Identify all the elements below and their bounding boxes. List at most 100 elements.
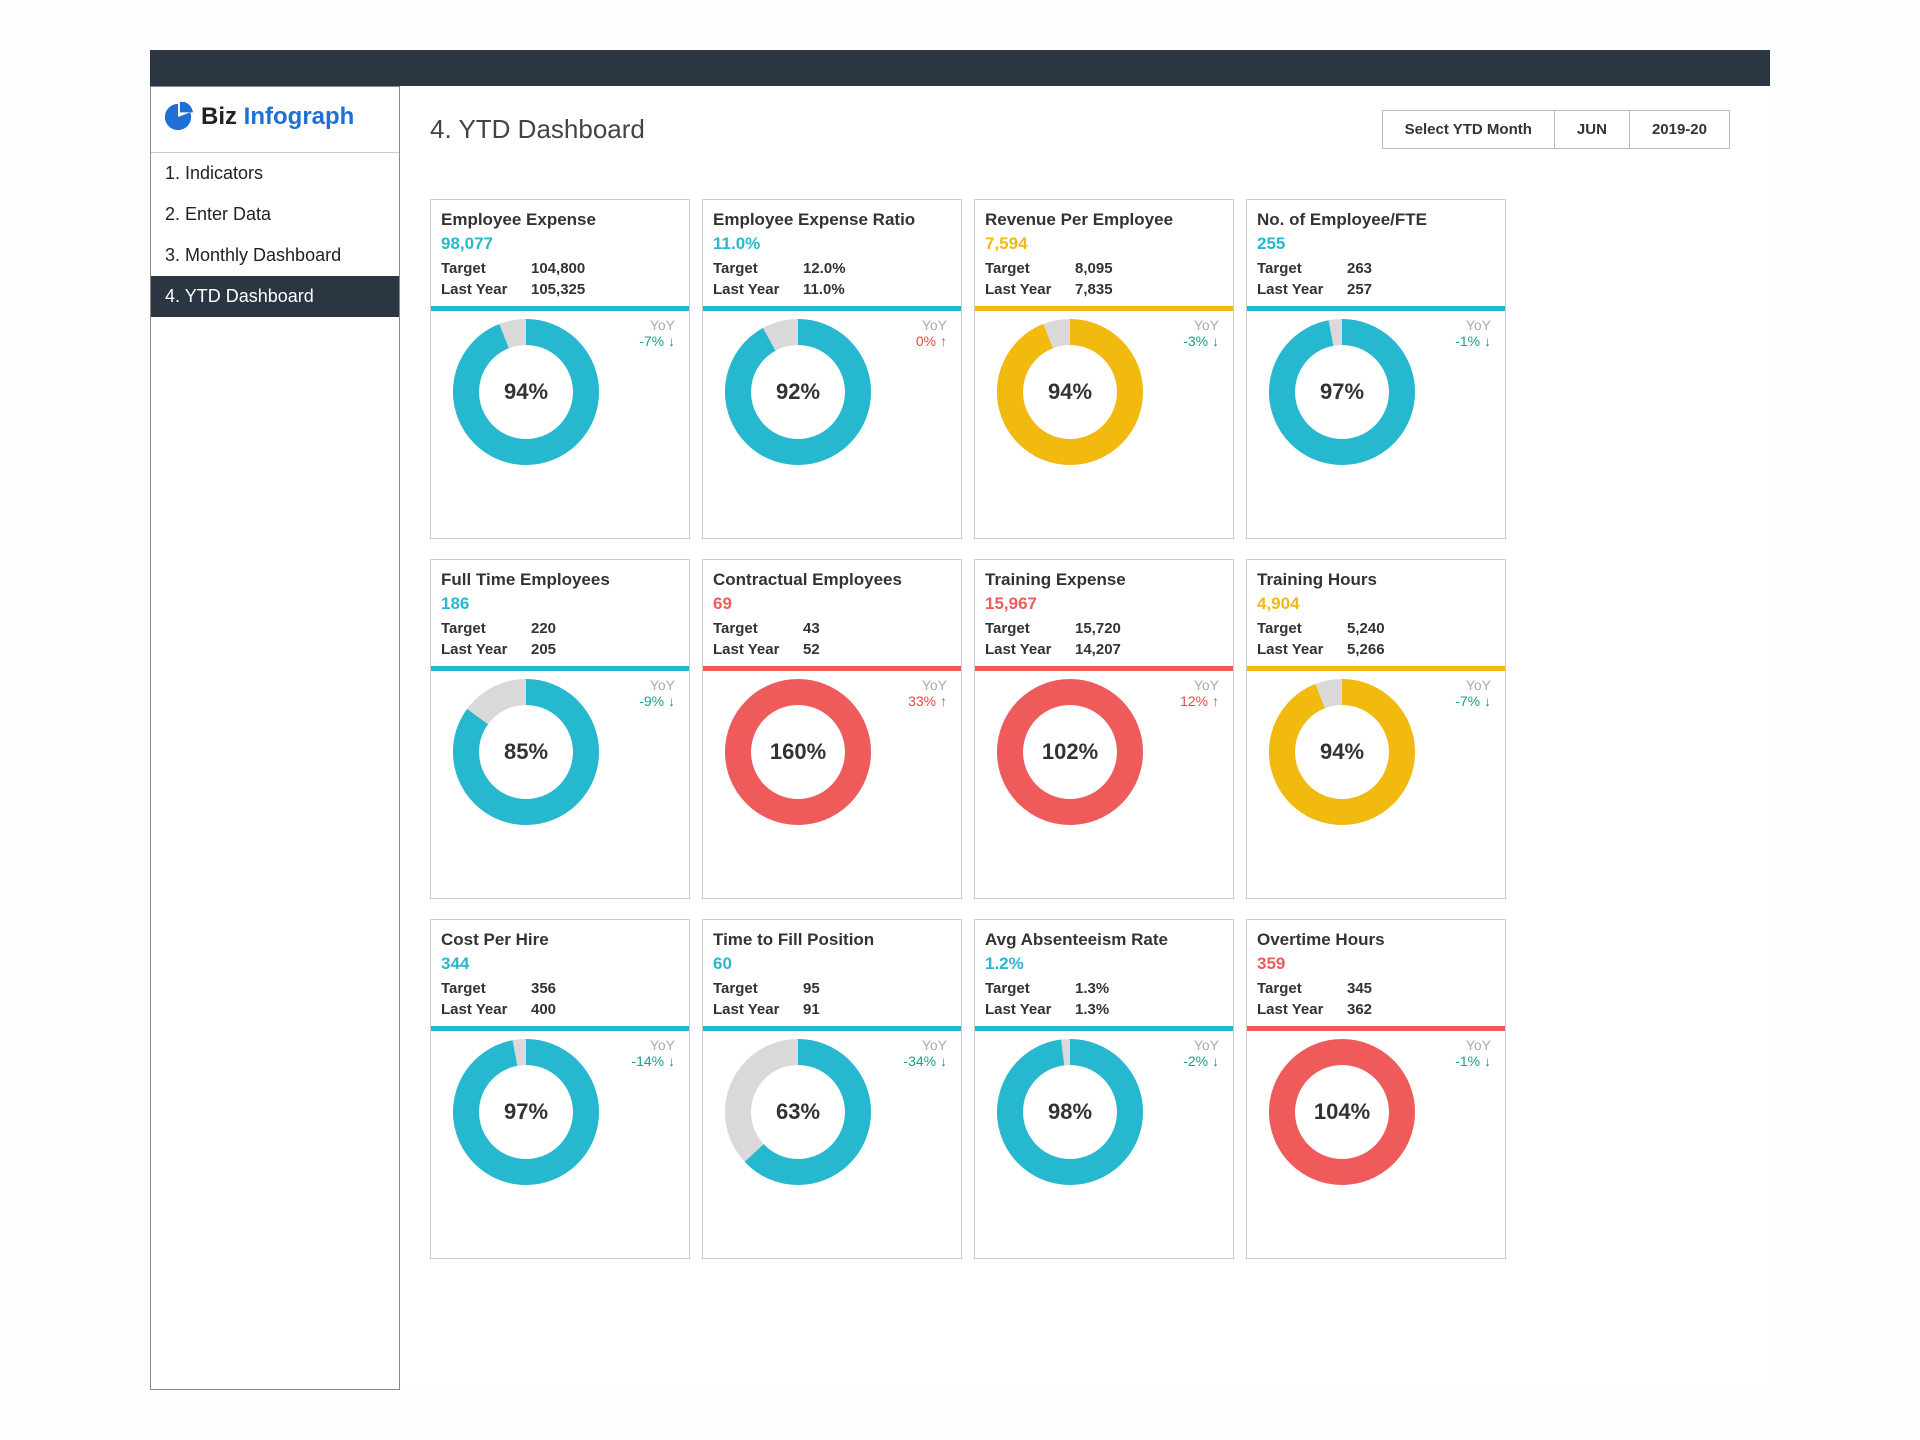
donut-wrap: 94% YoY -7% ↓ — [441, 317, 679, 467]
kpi-target-row: Target 5,240 — [1257, 620, 1495, 637]
target-label: Target — [985, 260, 1075, 277]
yoy-box: YoY -34% ↓ — [903, 1037, 947, 1069]
accent-bar — [431, 306, 689, 311]
donut-chart: 63% — [723, 1037, 873, 1187]
logo-text-info: Infograph — [244, 103, 355, 130]
yoy-value: -3% ↓ — [1183, 333, 1219, 349]
kpi-target-row: Target 263 — [1257, 260, 1495, 277]
lastyear-value: 7,835 — [1075, 281, 1113, 298]
target-label: Target — [713, 620, 803, 637]
accent-bar — [703, 306, 961, 311]
donut-wrap: 97% YoY -14% ↓ — [441, 1037, 679, 1187]
yoy-value: 12% ↑ — [1180, 693, 1219, 709]
lastyear-value: 11.0% — [803, 281, 845, 298]
lastyear-value: 1.3% — [1075, 1001, 1109, 1018]
accent-bar — [703, 1026, 961, 1031]
year-selector[interactable]: 2019-20 — [1629, 111, 1729, 148]
kpi-grid: Employee Expense 98,077 Target 104,800 L… — [430, 199, 1730, 1259]
lastyear-value: 5,266 — [1347, 641, 1385, 658]
target-label: Target — [441, 980, 531, 997]
kpi-card: Contractual Employees 69 Target 43 Last … — [702, 559, 962, 899]
filter-label: Select YTD Month — [1383, 111, 1554, 148]
yoy-value: 33% ↑ — [908, 693, 947, 709]
donut-percent: 92% — [723, 317, 873, 467]
target-label: Target — [1257, 260, 1347, 277]
donut-chart: 94% — [995, 317, 1145, 467]
sidebar-item-0[interactable]: 1. Indicators — [151, 153, 399, 194]
logo-text: Biz Infograph — [201, 103, 354, 131]
donut-wrap: 94% YoY -7% ↓ — [1257, 677, 1495, 827]
lastyear-label: Last Year — [1257, 281, 1347, 298]
donut-percent: 102% — [995, 677, 1145, 827]
donut-percent: 94% — [1267, 677, 1417, 827]
lastyear-value: 91 — [803, 1001, 820, 1018]
target-value: 43 — [803, 620, 820, 637]
yoy-label: YoY — [1180, 677, 1219, 693]
kpi-card: Employee Expense 98,077 Target 104,800 L… — [430, 199, 690, 539]
yoy-value: 0% ↑ — [916, 333, 947, 349]
kpi-value: 4,904 — [1257, 594, 1495, 614]
logo-text-biz: Biz — [201, 103, 244, 130]
yoy-label: YoY — [1455, 677, 1491, 693]
month-selector[interactable]: JUN — [1554, 111, 1629, 148]
kpi-target-row: Target 345 — [1257, 980, 1495, 997]
kpi-card: Time to Fill Position 60 Target 95 Last … — [702, 919, 962, 1259]
kpi-value: 359 — [1257, 954, 1495, 974]
donut-percent: 94% — [451, 317, 601, 467]
accent-bar — [975, 1026, 1233, 1031]
target-value: 5,240 — [1347, 620, 1385, 637]
yoy-label: YoY — [903, 1037, 947, 1053]
kpi-target-row: Target 356 — [441, 980, 679, 997]
target-label: Target — [985, 980, 1075, 997]
yoy-value: -1% ↓ — [1455, 1053, 1491, 1069]
yoy-box: YoY -9% ↓ — [639, 677, 675, 709]
lastyear-value: 362 — [1347, 1001, 1372, 1018]
yoy-label: YoY — [1455, 1037, 1491, 1053]
lastyear-label: Last Year — [1257, 1001, 1347, 1018]
yoy-value: -9% ↓ — [639, 693, 675, 709]
kpi-title: No. of Employee/FTE — [1257, 210, 1495, 230]
lastyear-label: Last Year — [713, 1001, 803, 1018]
top-bar — [150, 50, 1770, 86]
donut-chart: 85% — [451, 677, 601, 827]
donut-wrap: 85% YoY -9% ↓ — [441, 677, 679, 827]
lastyear-label: Last Year — [441, 641, 531, 658]
kpi-card: Overtime Hours 359 Target 345 Last Year … — [1246, 919, 1506, 1259]
donut-wrap: 160% YoY 33% ↑ — [713, 677, 951, 827]
donut-wrap: 97% YoY -1% ↓ — [1257, 317, 1495, 467]
yoy-box: YoY -2% ↓ — [1183, 1037, 1219, 1069]
donut-wrap: 63% YoY -34% ↓ — [713, 1037, 951, 1187]
yoy-box: YoY 12% ↑ — [1180, 677, 1219, 709]
kpi-title: Employee Expense — [441, 210, 679, 230]
target-value: 356 — [531, 980, 556, 997]
kpi-target-row: Target 12.0% — [713, 260, 951, 277]
kpi-value: 15,967 — [985, 594, 1223, 614]
sidebar-item-3[interactable]: 4. YTD Dashboard — [151, 276, 399, 317]
accent-bar — [975, 306, 1233, 311]
donut-chart: 97% — [451, 1037, 601, 1187]
donut-wrap: 98% YoY -2% ↓ — [985, 1037, 1223, 1187]
yoy-box: YoY 33% ↑ — [908, 677, 947, 709]
donut-percent: 160% — [723, 677, 873, 827]
lastyear-label: Last Year — [985, 1001, 1075, 1018]
lastyear-value: 257 — [1347, 281, 1372, 298]
target-label: Target — [713, 260, 803, 277]
sidebar-item-1[interactable]: 2. Enter Data — [151, 194, 399, 235]
lastyear-label: Last Year — [441, 281, 531, 298]
kpi-card: Revenue Per Employee 7,594 Target 8,095 … — [974, 199, 1234, 539]
kpi-lastyear-row: Last Year 205 — [441, 641, 679, 658]
ytd-filter: Select YTD Month JUN 2019-20 — [1382, 110, 1730, 149]
target-label: Target — [713, 980, 803, 997]
accent-bar — [1247, 1026, 1505, 1031]
kpi-lastyear-row: Last Year 105,325 — [441, 281, 679, 298]
kpi-title: Revenue Per Employee — [985, 210, 1223, 230]
kpi-title: Overtime Hours — [1257, 930, 1495, 950]
accent-bar — [431, 666, 689, 671]
kpi-value: 1.2% — [985, 954, 1223, 974]
sidebar-item-2[interactable]: 3. Monthly Dashboard — [151, 235, 399, 276]
kpi-title: Contractual Employees — [713, 570, 951, 590]
kpi-title: Time to Fill Position — [713, 930, 951, 950]
kpi-title: Training Expense — [985, 570, 1223, 590]
target-label: Target — [441, 620, 531, 637]
kpi-target-row: Target 104,800 — [441, 260, 679, 277]
